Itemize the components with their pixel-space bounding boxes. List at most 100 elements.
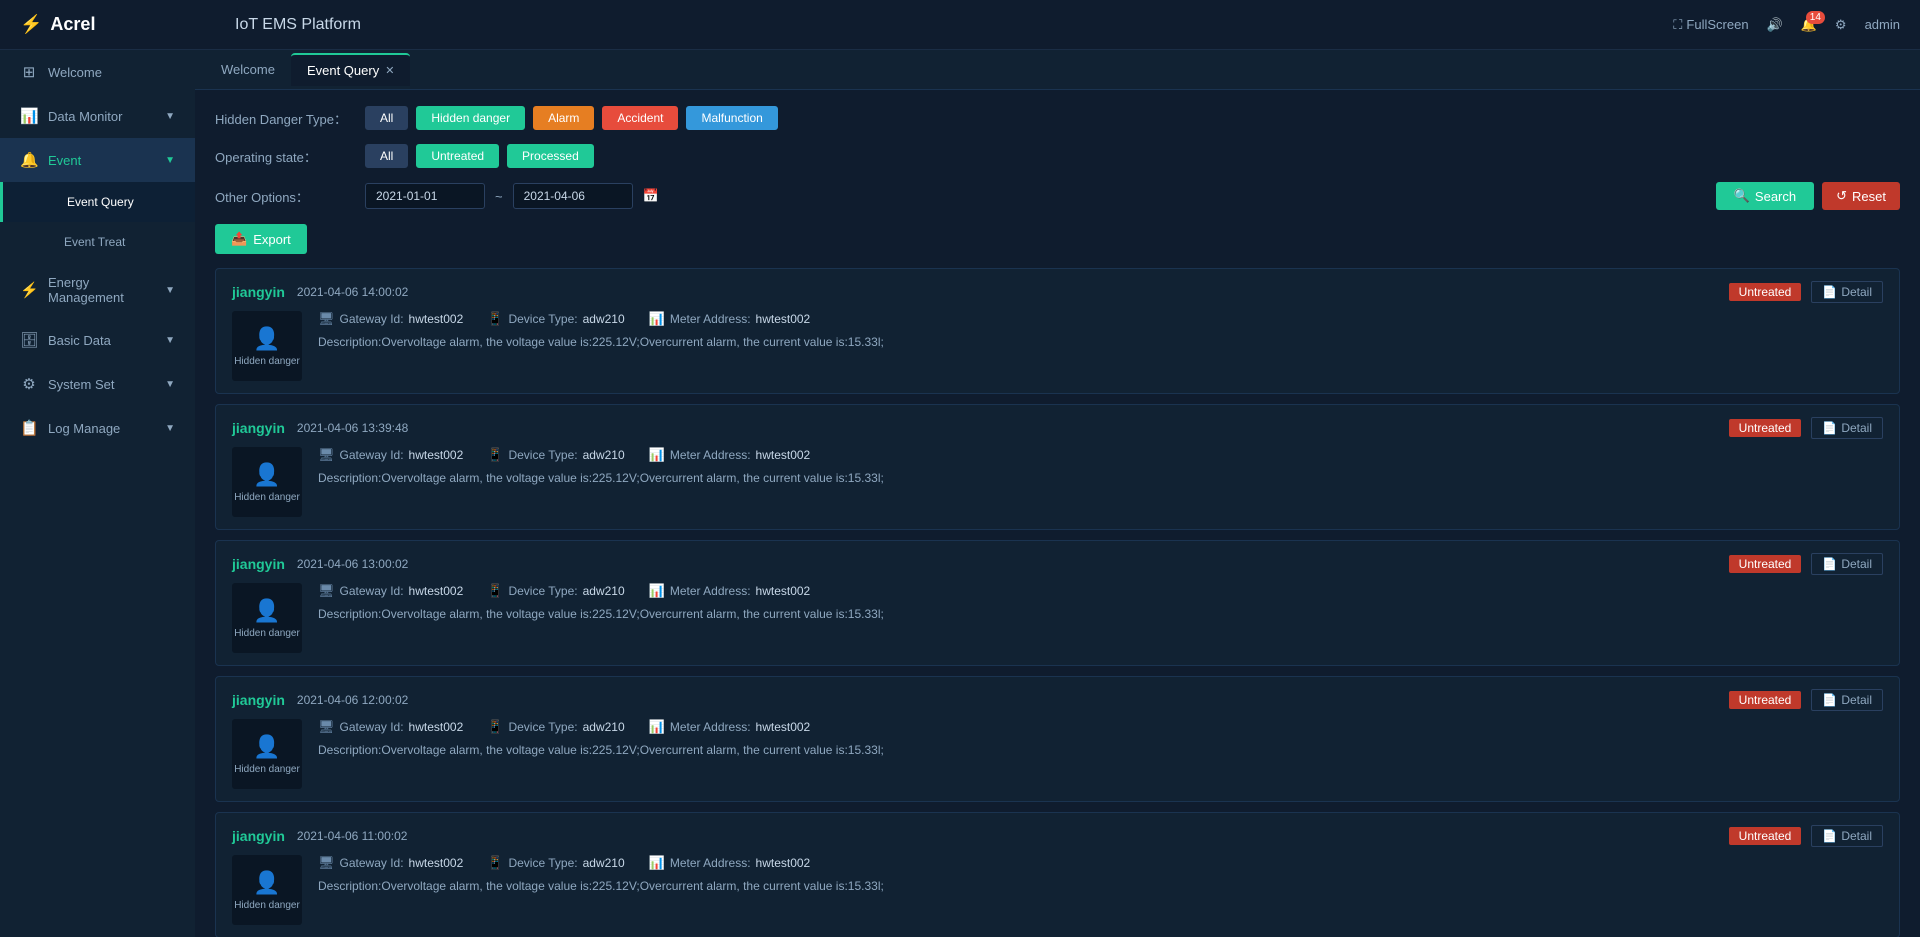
- thumb-icon-4: 👤: [253, 870, 280, 896]
- event-card-right-2: Untreated 📄 Detail: [1729, 553, 1883, 575]
- speaker-button[interactable]: 🔊: [1767, 17, 1783, 33]
- event-card-left-0: jiangyin 2021-04-06 14:00:02: [232, 284, 408, 300]
- device-val-3: adw210: [583, 720, 625, 734]
- status-badge-3: Untreated: [1729, 691, 1802, 709]
- status-badge-2: Untreated: [1729, 555, 1802, 573]
- filter-type-alarm[interactable]: Alarm: [533, 106, 594, 130]
- sidebar-item-basic-data[interactable]: 🗄 Basic Data ▼: [0, 318, 195, 362]
- notification-badge: 14: [1806, 11, 1825, 24]
- event-card-body-1: 👤 Hidden danger 🖥 Gateway Id: hwtest002 …: [232, 447, 1883, 517]
- logo-text: Acrel: [50, 14, 95, 35]
- detail-button-1[interactable]: 📄 Detail: [1811, 417, 1883, 439]
- meter-val-3: hwtest002: [756, 720, 811, 734]
- detail-button-0[interactable]: 📄 Detail: [1811, 281, 1883, 303]
- layout: ⊞ Welcome 📊 Data Monitor ▼ 🔔 Event ▼ Eve…: [0, 50, 1920, 937]
- device-val-1: adw210: [583, 448, 625, 462]
- gateway-icon-1: 🖥: [318, 447, 335, 463]
- fullscreen-button[interactable]: ⛶ FullScreen: [1673, 17, 1748, 33]
- event-card: jiangyin 2021-04-06 13:00:02 Untreated 📄…: [215, 540, 1900, 666]
- event-name-2[interactable]: jiangyin: [232, 556, 285, 572]
- event-time-0: 2021-04-06 14:00:02: [297, 285, 408, 299]
- filter-type-malfunction[interactable]: Malfunction: [686, 106, 777, 130]
- device-icon-4: 📱: [487, 855, 503, 871]
- sidebar-item-data-monitor[interactable]: 📊 Data Monitor ▼: [0, 94, 195, 138]
- event-list: jiangyin 2021-04-06 14:00:02 Untreated 📄…: [215, 268, 1900, 937]
- detail-button-2[interactable]: 📄 Detail: [1811, 553, 1883, 575]
- detail-button-4[interactable]: 📄 Detail: [1811, 825, 1883, 847]
- event-card-right-0: Untreated 📄 Detail: [1729, 281, 1883, 303]
- filter-state-processed[interactable]: Processed: [507, 144, 594, 168]
- export-icon: 📤: [231, 231, 247, 247]
- event-thumbnail-0: 👤 Hidden danger: [232, 311, 302, 381]
- calendar-icon[interactable]: 📅: [643, 188, 659, 204]
- thumb-label-1: Hidden danger: [234, 492, 300, 503]
- event-card-right-1: Untreated 📄 Detail: [1729, 417, 1883, 439]
- sidebar-item-system-set[interactable]: ⚙ System Set ▼: [0, 362, 195, 406]
- thumb-icon-1: 👤: [253, 462, 280, 488]
- sidebar-icon-log-manage: 📋: [20, 419, 38, 437]
- meta-gateway-0: 🖥 Gateway Id: hwtest002: [318, 311, 463, 327]
- device-val-4: adw210: [583, 856, 625, 870]
- event-meta-3: 🖥 Gateway Id: hwtest002 📱 Device Type: a…: [318, 719, 1883, 735]
- filter-type-hidden-danger[interactable]: Hidden danger: [416, 106, 525, 130]
- reset-button[interactable]: ↺ Reset: [1822, 182, 1900, 210]
- sidebar-icon-energy-management: ⚡: [20, 281, 38, 299]
- event-details-0: 🖥 Gateway Id: hwtest002 📱 Device Type: a…: [318, 311, 1883, 351]
- thumb-label-3: Hidden danger: [234, 764, 300, 775]
- date-from-input[interactable]: [365, 183, 485, 209]
- meta-gateway-4: 🖥 Gateway Id: hwtest002: [318, 855, 463, 871]
- event-card: jiangyin 2021-04-06 11:00:02 Untreated 📄…: [215, 812, 1900, 937]
- detail-button-3[interactable]: 📄 Detail: [1811, 689, 1883, 711]
- sidebar-item-energy-management[interactable]: ⚡ Energy Management ▼: [0, 262, 195, 318]
- sidebar-label-event-treat: Event Treat: [64, 235, 125, 249]
- main: WelcomeEvent Query✕ Hidden Danger Type： …: [195, 50, 1920, 937]
- event-meta-4: 🖥 Gateway Id: hwtest002 📱 Device Type: a…: [318, 855, 1883, 871]
- filter-state-untreated[interactable]: Untreated: [416, 144, 499, 168]
- meter-val-4: hwtest002: [756, 856, 811, 870]
- event-desc-1: Description:Overvoltage alarm, the volta…: [318, 469, 1883, 487]
- thumb-icon-0: 👤: [253, 326, 280, 352]
- date-to-input[interactable]: [513, 183, 633, 209]
- tab-event-query[interactable]: Event Query ✕: [291, 53, 410, 86]
- sidebar-item-welcome[interactable]: ⊞ Welcome: [0, 50, 195, 94]
- thumb-label-0: Hidden danger: [234, 356, 300, 367]
- detail-icon-3: 📄: [1822, 693, 1837, 707]
- device-icon-2: 📱: [487, 583, 503, 599]
- event-meta-0: 🖥 Gateway Id: hwtest002 📱 Device Type: a…: [318, 311, 1883, 327]
- sidebar-icon-welcome: ⊞: [20, 63, 38, 81]
- sidebar-item-event-treat[interactable]: Event Treat: [0, 222, 195, 262]
- filter-state-all[interactable]: All: [365, 144, 408, 168]
- event-card-header-3: jiangyin 2021-04-06 12:00:02 Untreated 📄…: [232, 689, 1883, 711]
- sidebar-item-event-query[interactable]: Event Query: [0, 182, 195, 222]
- sidebar-label-basic-data: Basic Data: [48, 333, 111, 348]
- sidebar: ⊞ Welcome 📊 Data Monitor ▼ 🔔 Event ▼ Eve…: [0, 50, 195, 937]
- event-card-body-2: 👤 Hidden danger 🖥 Gateway Id: hwtest002 …: [232, 583, 1883, 653]
- meter-icon-1: 📊: [649, 447, 665, 463]
- event-name-4[interactable]: jiangyin: [232, 828, 285, 844]
- event-card-left-2: jiangyin 2021-04-06 13:00:02: [232, 556, 408, 572]
- event-name-0[interactable]: jiangyin: [232, 284, 285, 300]
- gateway-icon-0: 🖥: [318, 311, 335, 327]
- export-button[interactable]: 📤 Export: [215, 224, 307, 254]
- event-desc-0: Description:Overvoltage alarm, the volta…: [318, 333, 1883, 351]
- filter-row-type: Hidden Danger Type： AllHidden dangerAlar…: [215, 106, 1900, 130]
- meta-device-0: 📱 Device Type: adw210: [487, 311, 624, 327]
- sidebar-item-event[interactable]: 🔔 Event ▼: [0, 138, 195, 182]
- event-name-3[interactable]: jiangyin: [232, 692, 285, 708]
- event-meta-2: 🖥 Gateway Id: hwtest002 📱 Device Type: a…: [318, 583, 1883, 599]
- settings-button[interactable]: ⚙: [1835, 17, 1847, 33]
- notification-button[interactable]: 🔔 14: [1801, 17, 1817, 33]
- tab-welcome[interactable]: Welcome: [205, 54, 291, 85]
- gateway-val-3: hwtest002: [409, 720, 464, 734]
- thumb-icon-3: 👤: [253, 734, 280, 760]
- sidebar-item-log-manage[interactable]: 📋 Log Manage ▼: [0, 406, 195, 450]
- search-button[interactable]: 🔍 Search: [1716, 182, 1814, 210]
- tab-label-event-query: Event Query: [307, 63, 379, 78]
- content-area: Hidden Danger Type： AllHidden dangerAlar…: [195, 90, 1920, 937]
- filter-type-all[interactable]: All: [365, 106, 408, 130]
- filter-type-accident[interactable]: Accident: [602, 106, 678, 130]
- tab-close-event-query[interactable]: ✕: [385, 64, 394, 77]
- event-thumbnail-3: 👤 Hidden danger: [232, 719, 302, 789]
- event-name-1[interactable]: jiangyin: [232, 420, 285, 436]
- meta-gateway-2: 🖥 Gateway Id: hwtest002: [318, 583, 463, 599]
